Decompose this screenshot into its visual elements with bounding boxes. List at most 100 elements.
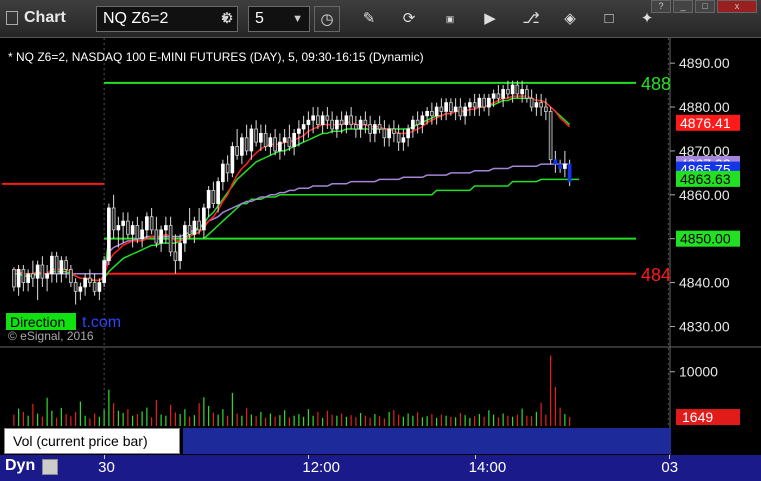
candle	[21, 269, 26, 283]
time-tick	[308, 455, 310, 459]
candle	[216, 181, 220, 204]
candle	[510, 84, 515, 95]
candle	[116, 225, 121, 231]
get-icon[interactable]: ▣	[437, 6, 463, 32]
candle	[221, 163, 225, 183]
chevron-down-icon[interactable]: ▼	[292, 7, 303, 31]
pencil-icon[interactable]: ✎	[356, 6, 382, 32]
candle	[425, 111, 429, 117]
candle	[553, 159, 558, 165]
pane-tab-strip	[183, 428, 671, 454]
grid-icon[interactable]	[42, 459, 58, 475]
candle	[178, 242, 182, 262]
candle	[496, 93, 501, 99]
minimize-icon[interactable]: _	[673, 0, 693, 13]
help-icon[interactable]: ?	[651, 0, 671, 13]
candle	[311, 115, 315, 121]
close-icon[interactable]: x	[170, 426, 176, 440]
candle	[73, 282, 78, 292]
candle	[301, 124, 306, 130]
candle	[534, 102, 539, 108]
candle	[349, 115, 353, 125]
candle	[406, 128, 410, 139]
dyn-label: Dyn	[5, 457, 36, 474]
volume-pane-label[interactable]: Vol (current price bar)	[4, 428, 180, 454]
candle	[54, 255, 59, 275]
candle	[287, 137, 292, 147]
candle	[64, 260, 68, 270]
candle	[159, 229, 163, 244]
candle	[430, 111, 434, 117]
candle	[187, 225, 192, 235]
candle	[358, 119, 363, 130]
candle	[434, 106, 439, 117]
candle	[444, 102, 448, 112]
candle	[377, 124, 382, 130]
candle	[548, 111, 553, 161]
candle	[401, 137, 406, 143]
candle	[254, 128, 258, 143]
candle	[126, 220, 130, 235]
maximize-icon[interactable]: □	[695, 0, 715, 13]
price-chart[interactable]: 488484 4890.004880.004870.004860.004850.…	[0, 38, 761, 455]
candle	[168, 225, 173, 253]
price-label-text: 4863.63	[680, 171, 731, 187]
candle	[59, 260, 64, 275]
candle	[325, 115, 330, 121]
interval-value: 5	[255, 10, 264, 27]
clock-icon[interactable]: ◷	[314, 6, 340, 32]
candle	[563, 163, 567, 169]
candle	[149, 216, 154, 231]
symbol-value: NQ Z6=2	[103, 10, 169, 27]
candle	[197, 220, 201, 231]
candle	[244, 137, 249, 152]
price-tick-label: 4840.00	[679, 275, 730, 291]
candle	[240, 137, 244, 156]
time-label: 12:00	[302, 459, 340, 476]
candle	[202, 207, 206, 231]
level-line-label: 488	[641, 74, 671, 94]
candle	[482, 97, 486, 108]
candle	[415, 119, 420, 125]
candle	[501, 89, 505, 99]
candle	[449, 102, 453, 112]
interval-input[interactable]: 5 ▼	[248, 6, 310, 32]
close-icon[interactable]: x	[717, 0, 757, 13]
brand-left: Direction	[10, 314, 65, 330]
window-icon	[6, 11, 18, 25]
refresh-icon[interactable]: ⟳	[396, 6, 422, 32]
candle	[373, 124, 377, 134]
candle	[320, 115, 325, 125]
diamond-icon[interactable]: ◈	[557, 6, 583, 32]
settings-icon[interactable]: ⚙	[214, 6, 240, 32]
candle	[297, 128, 301, 134]
candle	[558, 163, 562, 169]
price-tick-label: 4890.00	[679, 55, 730, 71]
candle	[382, 128, 387, 139]
candle	[363, 119, 368, 125]
candle	[97, 282, 102, 292]
candle	[78, 286, 83, 292]
candle	[173, 251, 178, 262]
candle	[263, 132, 268, 147]
link-icon[interactable]: ⎇	[518, 6, 544, 32]
candle	[88, 277, 92, 283]
volume-tick-label: 10000	[679, 364, 718, 380]
candle	[339, 119, 344, 125]
candle	[520, 89, 524, 95]
candle	[192, 220, 197, 235]
play-icon[interactable]: ▶	[477, 6, 503, 32]
candle	[525, 89, 529, 99]
candle	[463, 106, 467, 117]
candle	[292, 132, 296, 147]
candle	[130, 225, 135, 235]
volume-label-text: 1649	[682, 409, 713, 425]
comment-icon[interactable]: □	[596, 6, 622, 32]
candle	[472, 102, 477, 108]
candle	[259, 132, 263, 143]
candle	[567, 163, 572, 183]
candle	[506, 89, 510, 95]
price-label-text: 4876.41	[680, 115, 731, 131]
candle	[83, 277, 87, 288]
candle	[225, 163, 230, 174]
